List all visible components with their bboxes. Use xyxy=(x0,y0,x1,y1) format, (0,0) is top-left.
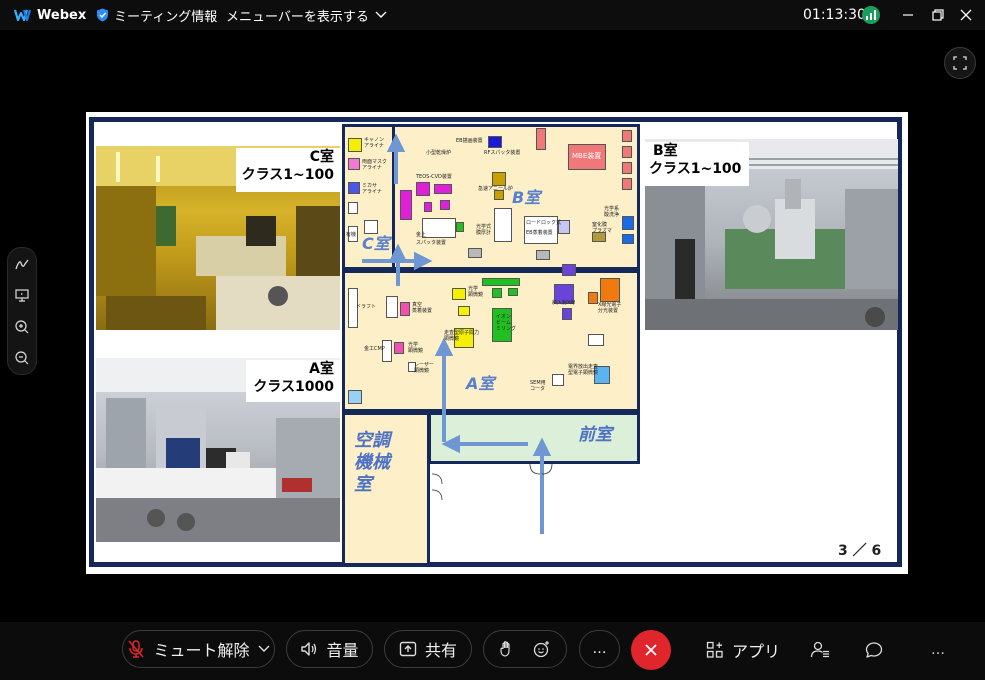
show-menu-bar-button[interactable]: メニューバーを表示する xyxy=(226,0,387,30)
fullscreen-button[interactable] xyxy=(944,47,976,79)
a-room-name: A室 xyxy=(309,361,334,377)
b-room-label: B室 クラス1~100 xyxy=(645,142,749,186)
annotate-pen-icon[interactable] xyxy=(14,257,30,273)
reactions-group xyxy=(483,630,567,668)
more-options-button[interactable]: … xyxy=(579,630,620,668)
minimize-icon xyxy=(903,14,913,16)
speaker-icon xyxy=(301,642,317,656)
chat-button[interactable] xyxy=(865,632,883,668)
shield-icon xyxy=(97,8,108,22)
unmute-button[interactable]: ミュート解除 xyxy=(122,630,275,668)
unmute-label: ミュート解除 xyxy=(153,641,250,660)
annotation-toolbar xyxy=(7,247,37,375)
audio-button[interactable]: 音量 xyxy=(286,630,373,668)
shared-slide: C室 クラス1~100 A室 クラス1000 B室 クラス1~100 3 ／ 6… xyxy=(86,112,908,574)
zoom-in-icon[interactable] xyxy=(14,319,30,335)
close-icon xyxy=(645,644,657,656)
title-bar: Webex ミーティング情報 メニューバーを表示する 01:13:30 xyxy=(0,0,985,30)
apps-label: アプリ xyxy=(732,642,781,661)
meeting-controls: ミュート解除 音量 共有 … アプリ … xyxy=(0,622,985,680)
more-menu-icon: … xyxy=(931,642,945,658)
slide-page-number: 3 ／ 6 xyxy=(838,543,882,559)
end-call-button[interactable] xyxy=(631,630,671,670)
connection-signal-icon[interactable] xyxy=(862,6,880,24)
participants-icon xyxy=(810,641,829,658)
app-name: Webex xyxy=(37,7,87,23)
b-room-name: B室 xyxy=(653,143,678,159)
microphone-muted-icon xyxy=(128,640,145,658)
close-icon xyxy=(960,9,972,21)
expand-icon xyxy=(953,56,967,70)
chat-bubble-icon xyxy=(865,642,883,658)
airflow-arrows xyxy=(362,133,553,534)
share-label: 共有 xyxy=(424,641,457,660)
more-menu-button[interactable]: … xyxy=(931,632,945,668)
a-room-class: クラス1000 xyxy=(253,379,334,395)
c-room-label: C室 クラス1~100 xyxy=(236,148,340,192)
webex-brand: Webex xyxy=(14,0,86,30)
apps-button[interactable]: アプリ xyxy=(706,632,780,668)
b-room-class: クラス1~100 xyxy=(649,161,742,177)
meeting-info-label: ミーティング情報 xyxy=(114,9,218,25)
meeting-timer: 01:13:30 xyxy=(803,7,866,23)
share-screen-icon xyxy=(399,641,417,657)
reaction-emoji-icon[interactable] xyxy=(533,640,551,658)
chevron-down-icon[interactable] xyxy=(258,645,270,653)
audio-label: 音量 xyxy=(326,641,359,660)
share-button[interactable]: 共有 xyxy=(384,630,472,668)
webex-logo-icon xyxy=(14,9,32,21)
close-window-button[interactable] xyxy=(946,0,985,30)
share-screen-view-icon[interactable] xyxy=(14,287,30,303)
restore-icon xyxy=(932,9,944,21)
zoom-out-icon[interactable] xyxy=(14,350,30,366)
a-room-label: A室 クラス1000 xyxy=(246,360,340,402)
chevron-down-icon xyxy=(375,11,387,18)
raise-hand-icon[interactable] xyxy=(499,640,515,658)
apps-grid-icon xyxy=(706,641,723,658)
meeting-info-button[interactable]: ミーティング情報 xyxy=(96,0,217,30)
c-room-name: C室 xyxy=(309,149,334,165)
cleanroom-floor-plan: キャノン アライナ 両面マスク アライナ ミカサ アライナ 小型乾燥炉 EB描画… xyxy=(342,124,640,566)
show-menu-label: メニューバーを表示する xyxy=(226,9,369,25)
participants-button[interactable] xyxy=(810,632,830,668)
c-room-class: クラス1~100 xyxy=(241,167,334,183)
more-options-icon: … xyxy=(592,641,607,657)
